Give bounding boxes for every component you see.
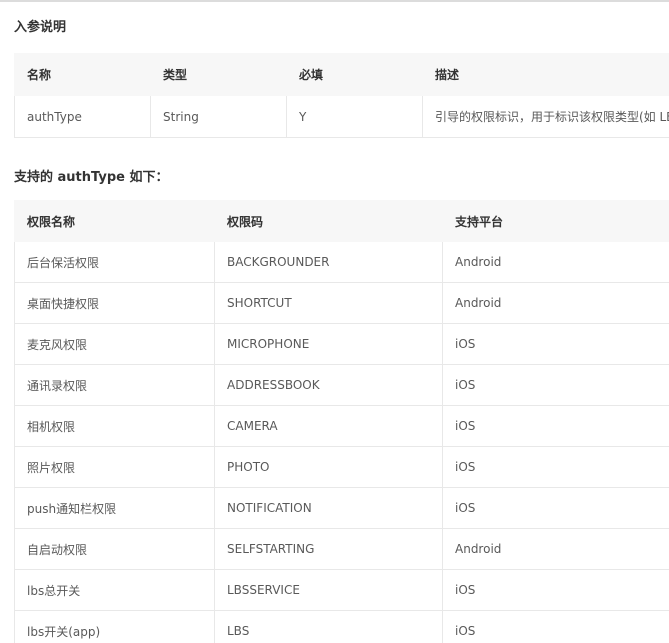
permission-name-cell: 桌面快捷权限 — [14, 282, 215, 324]
permission-name-cell: 麦克风权限 — [14, 323, 215, 365]
permission-name-cell: 相机权限 — [14, 405, 215, 447]
param-required-cell: Y — [286, 95, 423, 138]
table-row: push通知栏权限 NOTIFICATION iOS — [14, 487, 669, 529]
table-row: lbs总开关 LBSSERVICE iOS — [14, 569, 669, 611]
table-row: 通讯录权限 ADDRESSBOOK iOS — [14, 364, 669, 406]
table-row: lbs开关(app) LBS iOS — [14, 610, 669, 643]
table-row: 后台保活权限 BACKGROUNDER Android — [14, 241, 669, 283]
column-header: 权限码 — [214, 200, 443, 242]
platform-cell: iOS — [442, 446, 669, 488]
permission-code-cell: LBSSERVICE — [214, 569, 443, 611]
platform-cell: iOS — [442, 405, 669, 447]
permission-code-cell: LBS — [214, 610, 443, 643]
column-header: 支持平台 — [442, 200, 669, 242]
table-row: 自启动权限 SELFSTARTING Android — [14, 528, 669, 570]
platform-cell: iOS — [442, 610, 669, 643]
platform-cell: iOS — [442, 569, 669, 611]
param-name-cell: authType — [14, 95, 151, 138]
permission-name-cell: lbs总开关 — [14, 569, 215, 611]
params-table: 名称 类型 必填 描述 authType String Y 引导的权限标识，用于… — [14, 53, 669, 138]
column-header: 类型 — [150, 53, 287, 96]
table-row: 照片权限 PHOTO iOS — [14, 446, 669, 488]
section-title-params: 入参说明 — [14, 20, 67, 35]
table-row: 相机权限 CAMERA iOS — [14, 405, 669, 447]
table-row: authType String Y 引导的权限标识，用于标识该权限类型(如 LB — [14, 95, 669, 138]
platform-cell: iOS — [442, 487, 669, 529]
table-header-row: 名称 类型 必填 描述 — [14, 53, 669, 96]
section-title-authtype: 支持的 authType 如下： — [14, 170, 169, 185]
platform-cell: iOS — [442, 364, 669, 406]
permission-code-cell: CAMERA — [214, 405, 443, 447]
doc-page: 入参说明 名称 类型 必填 描述 authType String Y 引导的权限… — [0, 0, 669, 643]
column-header: 名称 — [14, 53, 151, 96]
platform-cell: iOS — [442, 323, 669, 365]
param-type-cell: String — [150, 95, 287, 138]
authtype-table: 权限名称 权限码 支持平台 后台保活权限 BACKGROUNDER Androi… — [14, 200, 669, 643]
permission-code-cell: MICROPHONE — [214, 323, 443, 365]
column-header: 必填 — [286, 53, 423, 96]
column-header: 权限名称 — [14, 200, 215, 242]
platform-cell: Android — [442, 282, 669, 324]
column-header: 描述 — [422, 53, 669, 96]
permission-name-cell: 自启动权限 — [14, 528, 215, 570]
permission-code-cell: SHORTCUT — [214, 282, 443, 324]
permission-name-cell: lbs开关(app) — [14, 610, 215, 643]
table-row: 麦克风权限 MICROPHONE iOS — [14, 323, 669, 365]
table-row: 桌面快捷权限 SHORTCUT Android — [14, 282, 669, 324]
permission-name-cell: 后台保活权限 — [14, 241, 215, 283]
permission-code-cell: ADDRESSBOOK — [214, 364, 443, 406]
permission-name-cell: 通讯录权限 — [14, 364, 215, 406]
permission-name-cell: 照片权限 — [14, 446, 215, 488]
platform-cell: Android — [442, 528, 669, 570]
permission-code-cell: SELFSTARTING — [214, 528, 443, 570]
permission-code-cell: PHOTO — [214, 446, 443, 488]
platform-cell: Android — [442, 241, 669, 283]
param-description-cell: 引导的权限标识，用于标识该权限类型(如 LB — [422, 95, 669, 138]
table-header-row: 权限名称 权限码 支持平台 — [14, 200, 669, 242]
permission-code-cell: NOTIFICATION — [214, 487, 443, 529]
permission-name-cell: push通知栏权限 — [14, 487, 215, 529]
permission-code-cell: BACKGROUNDER — [214, 241, 443, 283]
